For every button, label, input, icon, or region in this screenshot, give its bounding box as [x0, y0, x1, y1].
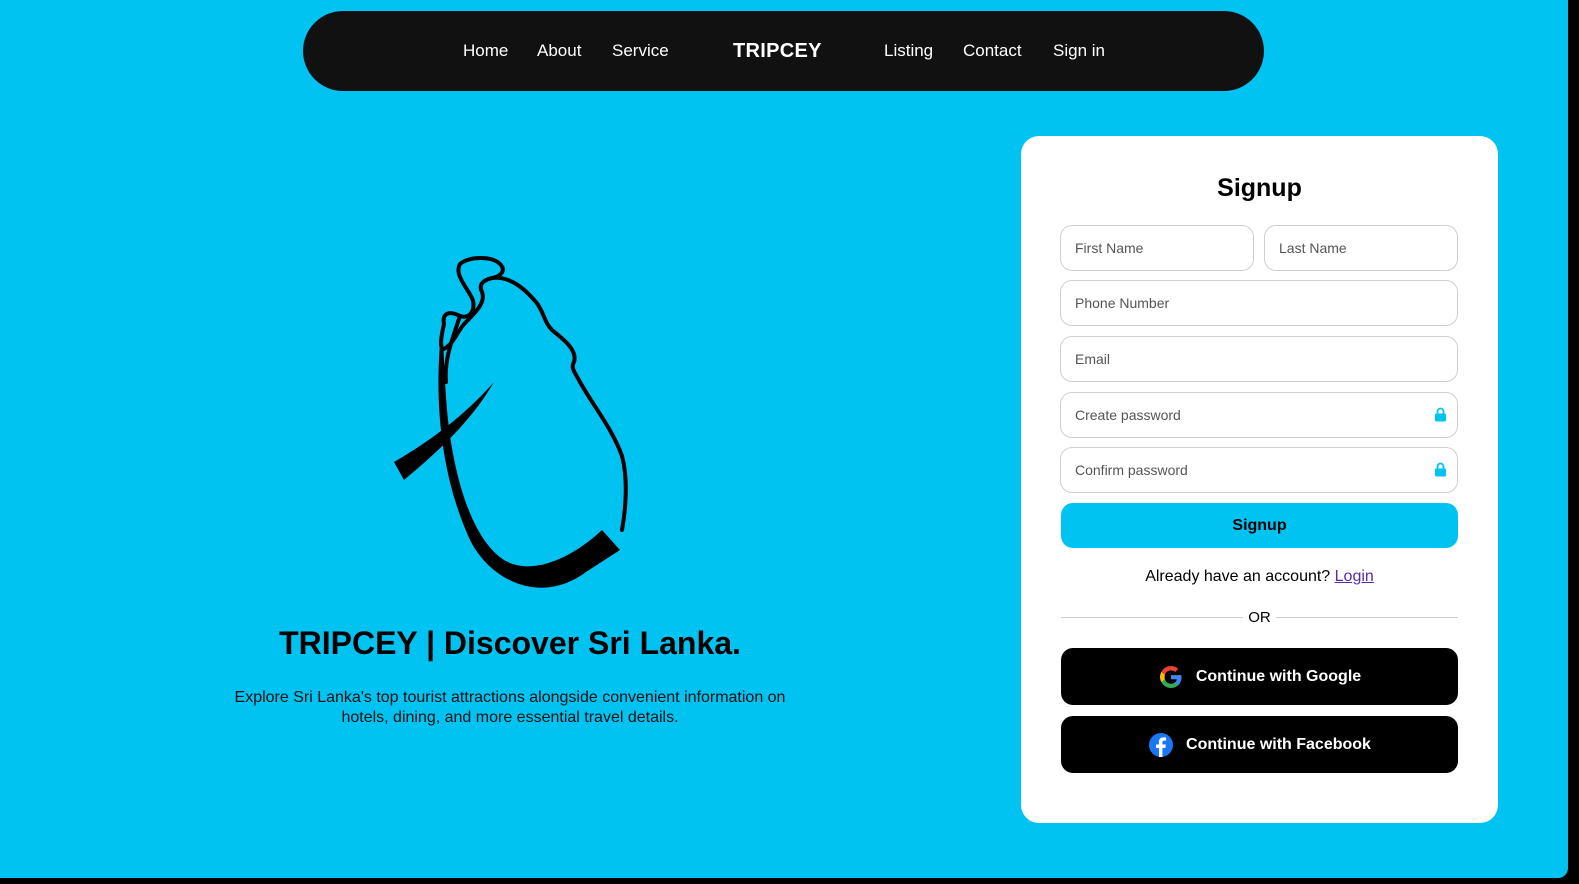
confirm-password-field[interactable] — [1060, 447, 1458, 493]
nav-brand-logo[interactable]: TRIPCEY — [733, 11, 822, 91]
nav-service[interactable]: Service — [612, 11, 669, 91]
lock-icon — [1435, 462, 1446, 477]
top-navigation: Home About Service TRIPCEY Listing Conta… — [303, 11, 1264, 91]
nav-contact[interactable]: Contact — [963, 11, 1022, 91]
create-password-field[interactable] — [1060, 392, 1458, 438]
sri-lanka-map-icon — [394, 256, 628, 588]
page-background: Home About Service TRIPCEY Listing Conta… — [0, 0, 1568, 878]
lock-icon — [1435, 407, 1446, 422]
signup-title: Signup — [1217, 174, 1302, 202]
nav-sign-in[interactable]: Sign in — [1053, 11, 1105, 91]
google-icon — [1159, 665, 1182, 688]
google-button-label: Continue with Google — [1195, 667, 1362, 685]
continue-with-facebook-button[interactable]: Continue with Facebook — [1061, 716, 1458, 773]
login-prompt-text: Already have an account? — [1145, 568, 1331, 585]
or-divider-right — [1276, 617, 1458, 618]
facebook-button-label: Continue with Facebook — [1186, 735, 1371, 753]
nav-listing[interactable]: Listing — [884, 11, 933, 91]
nav-home[interactable]: Home — [463, 11, 508, 91]
facebook-icon — [1149, 732, 1174, 757]
signup-button[interactable]: Signup — [1061, 503, 1458, 548]
hero-description: Explore Sri Lanka's top tourist attracti… — [234, 689, 786, 726]
email-field[interactable] — [1060, 336, 1458, 382]
nav-about[interactable]: About — [537, 11, 581, 91]
last-name-field[interactable] — [1264, 225, 1458, 271]
phone-number-field[interactable] — [1060, 280, 1458, 326]
login-link[interactable]: Login — [1335, 568, 1374, 585]
hero-title: TRIPCEY | Discover Sri Lanka. — [279, 625, 741, 661]
signup-card: Signup Signup Already have an account? L… — [1021, 136, 1498, 823]
continue-with-google-button[interactable]: Continue with Google — [1061, 648, 1458, 705]
login-prompt: Already have an account? Login — [1021, 568, 1498, 586]
first-name-field[interactable] — [1060, 225, 1254, 271]
